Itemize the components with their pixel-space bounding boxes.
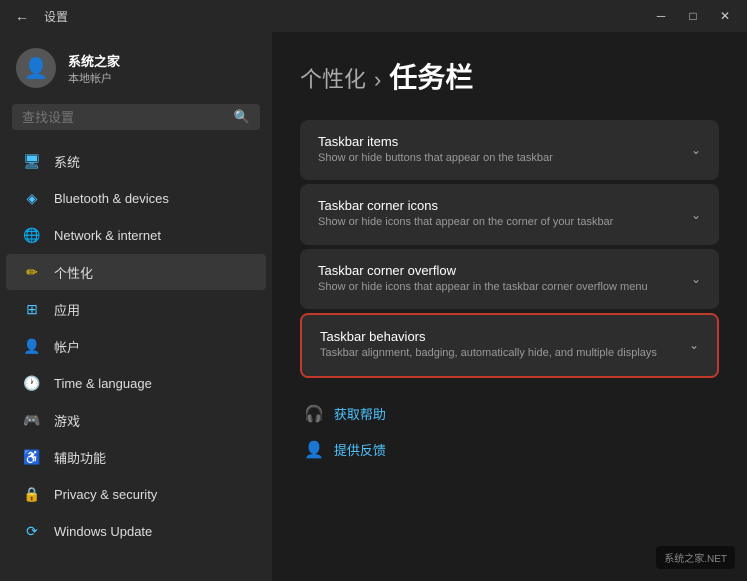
taskbar-corner-icons-row[interactable]: Taskbar corner icons Show or hide icons …	[300, 184, 719, 244]
system-icon: 🖥	[22, 151, 42, 171]
taskbar-items-title: Taskbar items	[318, 134, 679, 149]
sidebar-item-label-update: Windows Update	[54, 524, 152, 539]
chevron-down-icon: ⌄	[689, 338, 699, 352]
chevron-down-icon: ⌄	[691, 272, 701, 286]
get-help-label: 获取帮助	[334, 404, 386, 423]
sidebar-item-apps[interactable]: ⊞ 应用	[6, 291, 266, 327]
main-content: 个性化 › 任务栏 Taskbar items Show or hide but…	[272, 32, 747, 581]
taskbar-corner-overflow-desc: Show or hide icons that appear in the ta…	[318, 280, 679, 295]
sidebar-item-update[interactable]: ⟳ Windows Update	[6, 513, 266, 549]
bluetooth-icon: ◈	[22, 188, 42, 208]
taskbar-corner-overflow-text: Taskbar corner overflow Show or hide ico…	[318, 263, 679, 295]
sidebar-item-label-time: Time & language	[54, 376, 152, 391]
help-section: 🎧 获取帮助 👤 提供反馈	[300, 398, 719, 466]
nav-list: 🖥 系统 ◈ Bluetooth & devices 🌐 Network & i…	[0, 138, 272, 581]
sidebar-item-gaming[interactable]: 🎮 游戏	[6, 402, 266, 438]
titlebar: ← 设置 ─ □ ✕	[0, 0, 747, 32]
back-button[interactable]: ←	[8, 6, 36, 26]
help-icon: 🎧	[304, 404, 324, 424]
user-info: 系统之家 本地帐户	[68, 51, 120, 86]
apps-icon: ⊞	[22, 299, 42, 319]
taskbar-behaviors-title: Taskbar behaviors	[320, 329, 677, 344]
taskbar-behaviors-card[interactable]: Taskbar behaviors Taskbar alignment, bad…	[300, 313, 719, 377]
sidebar-item-label-system: 系统	[54, 152, 80, 171]
taskbar-items-text: Taskbar items Show or hide buttons that …	[318, 134, 679, 166]
feedback-icon: 👤	[304, 440, 324, 460]
sidebar-item-system[interactable]: 🖥 系统	[6, 143, 266, 179]
sidebar-item-label-gaming: 游戏	[54, 411, 80, 430]
time-icon: 🕐	[22, 373, 42, 393]
feedback-link[interactable]: 👤 提供反馈	[300, 434, 719, 466]
taskbar-corner-overflow-title: Taskbar corner overflow	[318, 263, 679, 278]
chevron-down-icon: ⌄	[691, 208, 701, 222]
sidebar-item-label-apps: 应用	[54, 300, 80, 319]
user-section: 👤 系统之家 本地帐户	[0, 32, 272, 100]
search-box[interactable]: 🔍	[12, 104, 260, 130]
user-subtitle: 本地帐户	[68, 70, 120, 86]
sidebar-item-label-bluetooth: Bluetooth & devices	[54, 191, 169, 206]
accounts-icon: 👤	[22, 336, 42, 356]
taskbar-behaviors-row[interactable]: Taskbar behaviors Taskbar alignment, bad…	[302, 315, 717, 375]
sidebar-item-time[interactable]: 🕐 Time & language	[6, 365, 266, 401]
sidebar-item-label-accessibility: 辅助功能	[54, 448, 106, 467]
app-body: 👤 系统之家 本地帐户 🔍 🖥 系统 ◈ Bluetooth & devices	[0, 32, 747, 581]
avatar: 👤	[16, 48, 56, 88]
page-header: 个性化 › 任务栏	[300, 56, 719, 96]
titlebar-left: ← 设置	[8, 6, 68, 26]
taskbar-behaviors-desc: Taskbar alignment, badging, automaticall…	[320, 346, 677, 361]
titlebar-title: 设置	[44, 8, 68, 25]
taskbar-items-desc: Show or hide buttons that appear on the …	[318, 151, 679, 166]
search-icon: 🔍	[234, 109, 250, 125]
taskbar-corner-overflow-card[interactable]: Taskbar corner overflow Show or hide ico…	[300, 249, 719, 309]
sidebar-item-label-accounts: 帐户	[54, 337, 80, 356]
network-icon: 🌐	[22, 225, 42, 245]
privacy-icon: 🔒	[22, 484, 42, 504]
taskbar-items-card[interactable]: Taskbar items Show or hide buttons that …	[300, 120, 719, 180]
breadcrumb: 个性化	[300, 62, 366, 94]
sidebar-item-accessibility[interactable]: ♿ 辅助功能	[6, 439, 266, 475]
taskbar-corner-icons-desc: Show or hide icons that appear on the co…	[318, 215, 679, 230]
taskbar-items-row[interactable]: Taskbar items Show or hide buttons that …	[300, 120, 719, 180]
personalization-icon: ✏	[22, 262, 42, 282]
sidebar-item-privacy[interactable]: 🔒 Privacy & security	[6, 476, 266, 512]
taskbar-behaviors-text: Taskbar behaviors Taskbar alignment, bad…	[320, 329, 677, 361]
page-title: 任务栏	[389, 56, 473, 96]
maximize-button[interactable]: □	[679, 6, 707, 26]
search-input[interactable]	[22, 110, 226, 125]
update-icon: ⟳	[22, 521, 42, 541]
taskbar-corner-icons-title: Taskbar corner icons	[318, 198, 679, 213]
sidebar-item-personalization[interactable]: ✏ 个性化	[6, 254, 266, 290]
user-name: 系统之家	[68, 51, 120, 70]
breadcrumb-separator: ›	[374, 67, 381, 93]
taskbar-corner-icons-card[interactable]: Taskbar corner icons Show or hide icons …	[300, 184, 719, 244]
feedback-label: 提供反馈	[334, 440, 386, 459]
accessibility-icon: ♿	[22, 447, 42, 467]
taskbar-corner-overflow-row[interactable]: Taskbar corner overflow Show or hide ico…	[300, 249, 719, 309]
titlebar-controls: ─ □ ✕	[647, 6, 739, 26]
sidebar: 👤 系统之家 本地帐户 🔍 🖥 系统 ◈ Bluetooth & devices	[0, 32, 272, 581]
chevron-down-icon: ⌄	[691, 143, 701, 157]
close-button[interactable]: ✕	[711, 6, 739, 26]
sidebar-item-network[interactable]: 🌐 Network & internet	[6, 217, 266, 253]
gaming-icon: 🎮	[22, 410, 42, 430]
get-help-link[interactable]: 🎧 获取帮助	[300, 398, 719, 430]
sidebar-item-label-network: Network & internet	[54, 228, 161, 243]
sidebar-item-accounts[interactable]: 👤 帐户	[6, 328, 266, 364]
sidebar-item-bluetooth[interactable]: ◈ Bluetooth & devices	[6, 180, 266, 216]
taskbar-corner-icons-text: Taskbar corner icons Show or hide icons …	[318, 198, 679, 230]
sidebar-item-label-personalization: 个性化	[54, 263, 93, 282]
minimize-button[interactable]: ─	[647, 6, 675, 26]
sidebar-item-label-privacy: Privacy & security	[54, 487, 157, 502]
